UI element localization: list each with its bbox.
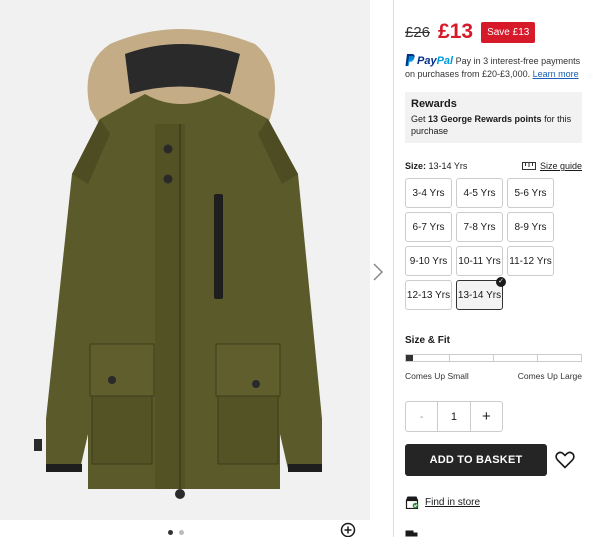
- price-row: £26 £13 Save £13: [405, 20, 536, 44]
- size-label-text: Size:: [405, 161, 427, 171]
- size-header: Size: 13-14 Yrs Size guide: [405, 161, 582, 171]
- fit-large-label: Comes Up Large: [517, 371, 582, 381]
- rewards-text: Get 13 George Rewards points for this pu…: [411, 113, 576, 137]
- rewards-box: Rewards Get 13 George Rewards points for…: [405, 92, 582, 143]
- add-to-basket-button[interactable]: ADD TO BASKET: [405, 444, 547, 476]
- size-label: Size: 13-14 Yrs: [405, 161, 467, 171]
- find-in-store[interactable]: Find in store: [405, 496, 480, 509]
- now-price: £13: [438, 20, 474, 43]
- quantity-decrease-button[interactable]: -: [406, 402, 439, 431]
- delivery-icon: [405, 530, 418, 537]
- ruler-icon: [521, 162, 536, 170]
- fit-small-label: Comes Up Small: [405, 371, 469, 381]
- rewards-title: Rewards: [411, 98, 457, 110]
- size-option-5-6-yrs[interactable]: 5-6 Yrs: [507, 178, 554, 208]
- store-icon: [405, 496, 419, 509]
- size-option-8-9-yrs[interactable]: 8-9 Yrs: [507, 212, 554, 242]
- paypal-message: PayPal Pay in 3 interest-free payments o…: [405, 54, 585, 81]
- size-guide-text: Size guide: [539, 161, 582, 171]
- rewards-prefix: Get: [411, 114, 429, 124]
- size-option-10-11-yrs[interactable]: 10-11 Yrs: [456, 246, 503, 276]
- find-in-store-link[interactable]: Find in store: [425, 497, 480, 508]
- quantity-value[interactable]: 1: [438, 402, 469, 431]
- product-image[interactable]: [0, 0, 370, 520]
- fit-segment: [538, 355, 581, 361]
- size-option-12-13-yrs[interactable]: 12-13 Yrs: [405, 280, 452, 310]
- paypal-logo-pay: Pay: [417, 55, 437, 67]
- size-options: 3-4 Yrs 4-5 Yrs 5-6 Yrs 6-7 Yrs 7-8 Yrs 8-9 Y…: [405, 178, 558, 310]
- quantity-increase-button[interactable]: +: [469, 402, 502, 431]
- selected-size-text: 13-14 Yrs: [428, 161, 468, 171]
- heart-icon[interactable]: [555, 451, 575, 469]
- size-option-4-5-yrs[interactable]: 4-5 Yrs: [456, 178, 503, 208]
- save-badge: Save £13: [481, 21, 536, 43]
- quantity-stepper: - 1 +: [405, 401, 503, 432]
- collection-delivery-row[interactable]: [405, 530, 419, 537]
- next-image-chevron-icon[interactable]: [370, 258, 386, 286]
- rewards-points: 13 George Rewards points: [428, 114, 542, 124]
- gallery-dots: [168, 530, 184, 535]
- was-price: £26: [405, 23, 431, 41]
- size-option-3-4-yrs[interactable]: 3-4 Yrs: [405, 178, 452, 208]
- size-fit-scale: [405, 354, 582, 362]
- fit-segment: [450, 355, 494, 361]
- paypal-icon: [405, 54, 415, 66]
- size-option-11-12-yrs[interactable]: 11-12 Yrs: [507, 246, 554, 276]
- learn-more-link[interactable]: Learn more: [533, 69, 579, 79]
- jacket-image: [34, 29, 322, 499]
- size-fit-title: Size & Fit: [405, 335, 451, 346]
- size-option-9-10-yrs[interactable]: 9-10 Yrs: [405, 246, 452, 276]
- gallery-dot-2[interactable]: [179, 530, 184, 535]
- selected-check-icon: ✓: [496, 277, 506, 287]
- zoom-in-icon[interactable]: [340, 522, 358, 537]
- size-fit-marker: [406, 355, 413, 361]
- fit-segment: [494, 355, 538, 361]
- gallery-dot-1[interactable]: [168, 530, 173, 535]
- size-option-6-7-yrs[interactable]: 6-7 Yrs: [405, 212, 452, 242]
- panel-divider: [393, 0, 394, 537]
- size-fit-labels: Comes Up Small Comes Up Large: [405, 371, 582, 381]
- paypal-logo-pal: Pal: [436, 55, 454, 67]
- size-guide-link[interactable]: Size guide: [521, 161, 582, 171]
- size-option-13-14-yrs[interactable]: 13-14 Yrs ✓: [456, 277, 506, 310]
- size-option-7-8-yrs[interactable]: 7-8 Yrs: [456, 212, 503, 242]
- paypal-logo: PayPal: [417, 55, 453, 67]
